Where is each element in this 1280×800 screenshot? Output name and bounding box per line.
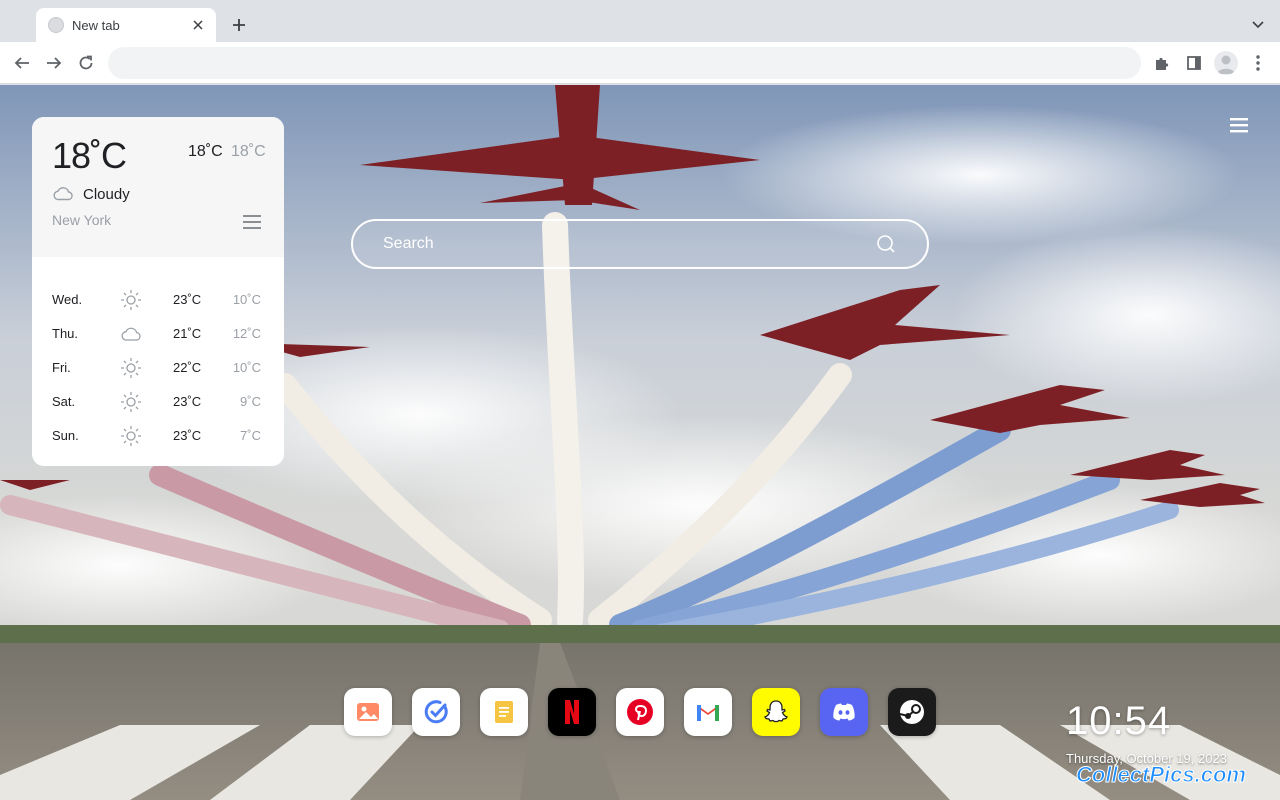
note-icon [495,701,513,723]
tab-new-tab[interactable]: New tab [36,8,216,42]
forecast-high: 23˚C [173,292,202,307]
check-circle-icon [424,700,448,724]
forecast-row: Sat. 23˚C 9˚C [32,385,284,419]
weather-forecast-list: Wed. 23˚C 10˚C Thu. 21˚C 12˚C Fri. 22˚C … [32,257,284,453]
cloud-icon [121,327,141,341]
clock-time: 10:54 [1066,699,1172,743]
sun-icon [121,290,141,310]
forecast-low: 9˚C [240,394,261,409]
forecast-day: Sun. [52,428,79,443]
tab-close-icon[interactable] [190,17,206,33]
forecast-day: Thu. [52,326,79,341]
tab-strip: New tab [0,0,1280,42]
netflix-icon [565,700,579,724]
discord-icon [833,703,855,721]
forecast-high: 23˚C [173,394,202,409]
search-input[interactable] [383,235,875,253]
weather-condition: Cloudy [83,186,130,203]
profile-avatar-icon[interactable] [1214,51,1238,75]
steam-icon [899,700,924,724]
page-menu-icon[interactable] [1228,115,1250,135]
forecast-row: Fri. 22˚C 10˚C [32,351,284,385]
search-box [351,219,929,269]
sun-icon [121,358,141,378]
forecast-low: 12˚C [232,326,261,341]
forecast-low: 10˚C [232,360,261,375]
gmail-button[interactable] [684,688,732,736]
weather-current: 18˚C 18˚C 18˚C Cloudy New York [32,117,284,257]
weather-widget: 18˚C 18˚C 18˚C Cloudy New York Wed. 23˚C… [32,117,284,466]
forecast-day: Fri. [52,360,71,375]
extensions-puzzle-icon[interactable] [1150,51,1174,75]
back-icon[interactable] [10,51,34,75]
forecast-row: Wed. 23˚C 10˚C [32,283,284,317]
tab-favicon-icon [48,17,64,33]
side-panel-icon[interactable] [1182,51,1206,75]
sun-icon [121,392,141,412]
watermark-logo: CollectPics.com [1076,762,1247,788]
forecast-high: 22˚C [173,360,202,375]
steam-button[interactable] [888,688,936,736]
forecast-day: Wed. [52,292,83,307]
new-tab-button[interactable] [227,13,251,37]
forecast-low: 7˚C [240,428,261,443]
snapchat-icon [763,700,789,723]
discord-button[interactable] [820,688,868,736]
tab-search-chevron-icon[interactable] [1246,13,1270,37]
notes-app-button[interactable] [480,688,528,736]
tab-title: New tab [72,17,120,33]
weather-city[interactable]: New York [52,212,111,228]
new-tab-page: 18˚C 18˚C 18˚C Cloudy New York Wed. 23˚C… [0,85,1280,800]
forward-icon[interactable] [42,51,66,75]
today-high: 18˚C [188,143,223,160]
current-temperature: 18˚C [52,135,127,176]
pinterest-button[interactable] [616,688,664,736]
forecast-high: 23˚C [173,428,202,443]
search-icon[interactable] [875,233,897,255]
app-dock [344,688,936,736]
cloud-icon [53,187,73,201]
reload-icon[interactable] [74,51,98,75]
forecast-high: 21˚C [173,326,202,341]
today-low: 18˚C [231,143,266,160]
snapchat-button[interactable] [752,688,800,736]
sun-icon [121,426,141,446]
forecast-day: Sat. [52,394,76,409]
gmail-icon [697,705,719,721]
browser-menu-icon[interactable] [1246,51,1270,75]
weather-menu-icon[interactable] [243,214,261,230]
forecast-row: Sun. 23˚C 7˚C [32,419,284,453]
browser-toolbar [0,42,1280,84]
forecast-row: Thu. 21˚C 12˚C [32,317,284,351]
image-icon [357,703,379,721]
pinterest-icon [627,699,653,725]
forecast-low: 10˚C [232,292,261,307]
netflix-button[interactable] [548,688,596,736]
wallpaper-app-button[interactable] [344,688,392,736]
address-bar-input[interactable] [108,47,1141,79]
todo-app-button[interactable] [412,688,460,736]
